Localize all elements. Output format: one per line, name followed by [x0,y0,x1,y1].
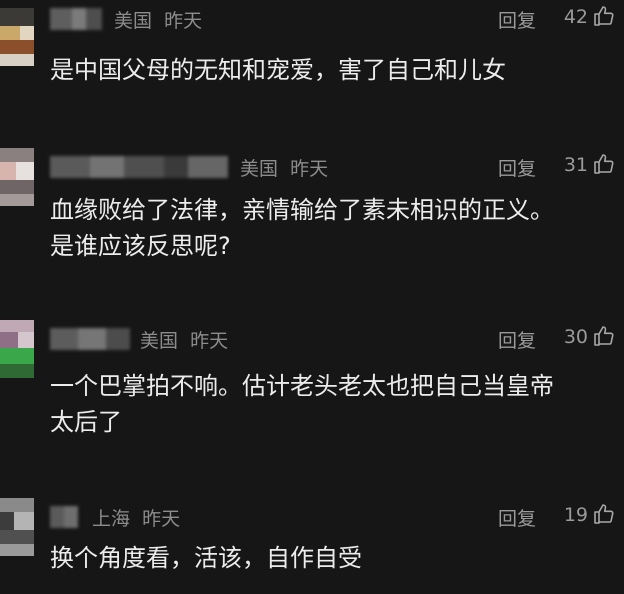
like-count: 30 [563,326,588,348]
avatar[interactable] [0,320,34,378]
username-blurred[interactable] [50,328,130,350]
username-blurred[interactable] [50,506,78,528]
reply-button[interactable]: 回复 [498,504,536,531]
location-time: 美国 昨天 [114,6,202,33]
username-blurred[interactable] [50,156,228,178]
time-label: 昨天 [190,330,229,352]
thumbs-up-icon[interactable] [592,4,616,28]
reply-button[interactable]: 回复 [498,154,536,181]
comment-text: 血缘败给了法律，亲情输给了素未相识的正义。 是谁应该反思呢? [50,196,554,260]
location-time: 上海 昨天 [92,504,180,531]
location-time: 美国 昨天 [240,154,328,181]
time-label: 昨天 [290,158,329,180]
comment-text: 是中国父母的无知和宠爱，害了自己和儿女 [50,56,506,84]
location-label: 美国 [140,330,179,352]
location-time: 美国 昨天 [140,326,228,353]
avatar[interactable] [0,498,34,556]
time-label: 昨天 [142,508,181,530]
username-blurred[interactable] [50,8,102,30]
reply-button[interactable]: 回复 [498,326,536,353]
thumbs-up-icon[interactable] [592,502,616,526]
location-label: 美国 [114,10,153,32]
reply-button[interactable]: 回复 [498,6,536,33]
like-count: 42 [563,6,588,28]
time-label: 昨天 [164,10,203,32]
thumbs-up-icon[interactable] [592,152,616,176]
location-label: 上海 [92,508,131,530]
avatar[interactable] [0,148,34,206]
like-count: 31 [563,154,588,176]
comment-text: 一个巴掌拍不响。估计老头老太也把自己当皇帝 太后了 [50,372,554,436]
like-count: 19 [563,504,588,526]
thumbs-up-icon[interactable] [592,324,616,348]
location-label: 美国 [240,158,279,180]
avatar[interactable] [0,8,34,66]
comment-text: 换个角度看，活该，自作自受 [50,544,362,572]
